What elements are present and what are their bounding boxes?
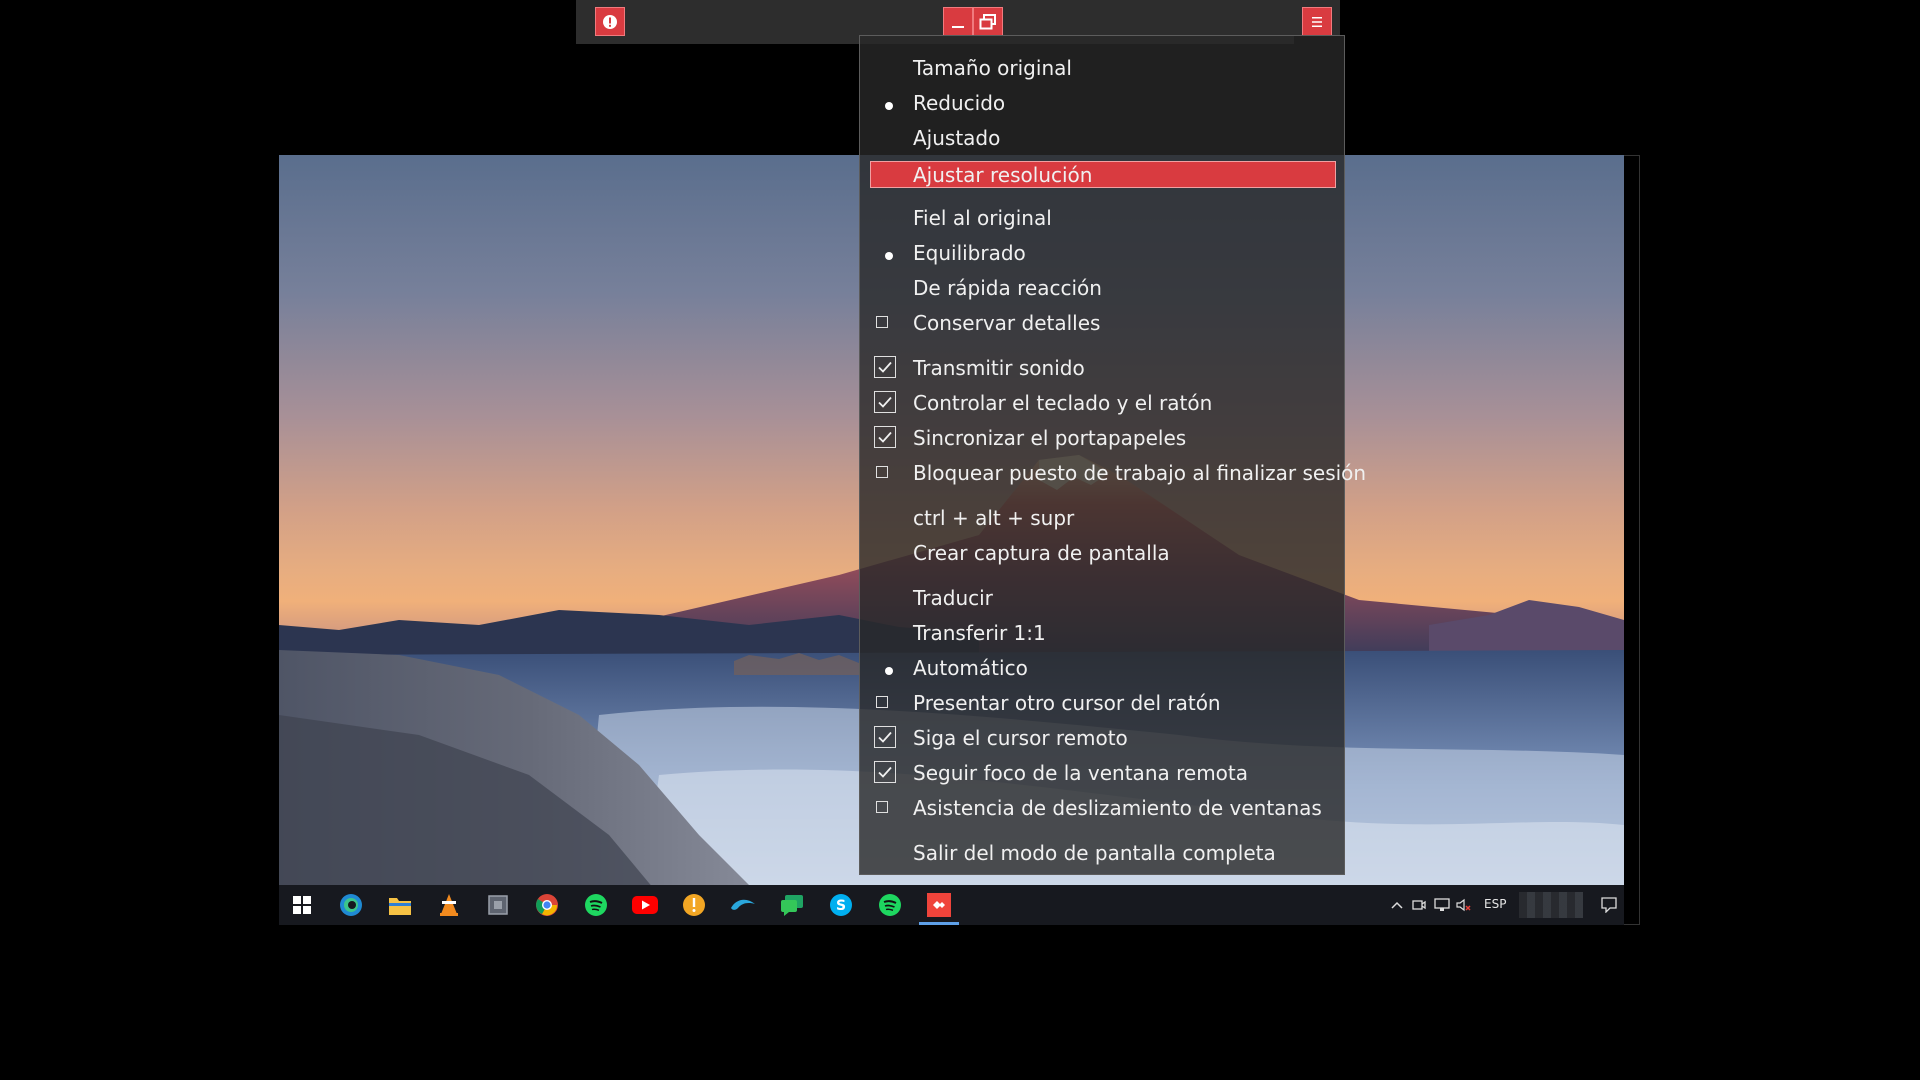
generic-app-icon[interactable]: [484, 891, 512, 919]
checkbox-empty-icon[interactable]: [876, 801, 888, 813]
restore-window-icon[interactable]: [973, 7, 1003, 36]
messages-icon[interactable]: [778, 891, 806, 919]
menu-item-ajustado[interactable]: Ajustado: [860, 122, 1346, 156]
spotify-icon[interactable]: [876, 891, 904, 919]
menu-item-label: Automático: [913, 656, 1028, 680]
active-app-indicator: [919, 922, 959, 925]
menu-item-tamano-original[interactable]: Tamaño original: [860, 52, 1346, 86]
radio-dot-icon: [885, 252, 893, 260]
menu-item-crear-captura-de-pantalla[interactable]: Crear captura de pantalla: [860, 537, 1346, 571]
vlc-icon[interactable]: [435, 891, 463, 919]
menu-item-transmitir-sonido[interactable]: Transmitir sonido: [860, 352, 1346, 386]
exclamation-icon[interactable]: [595, 7, 625, 36]
dolphin-icon[interactable]: [729, 891, 757, 919]
checkbox-checked-icon[interactable]: [874, 761, 896, 783]
menu-item-asistencia-de-deslizamiento-de-ventanas[interactable]: Asistencia de deslizamiento de ventanas: [860, 792, 1346, 826]
spotify-icon[interactable]: [582, 891, 610, 919]
menu-item-traducir[interactable]: Traducir: [860, 582, 1346, 616]
clock-blurred[interactable]: [1519, 892, 1583, 918]
checkbox-checked-icon[interactable]: [874, 426, 896, 448]
hamburger-menu-icon[interactable]: [1302, 7, 1332, 36]
svg-text:S: S: [836, 898, 846, 914]
anydesk-icon[interactable]: [925, 891, 953, 919]
menu-item-label: Transferir 1:1: [913, 621, 1046, 645]
menu-item-fiel-al-original[interactable]: Fiel al original: [860, 202, 1346, 236]
chevron-up-icon[interactable]: [1388, 891, 1406, 919]
chrome-icon[interactable]: [533, 891, 561, 919]
menu-item-label: ctrl + alt + supr: [913, 506, 1075, 530]
notification-icon[interactable]: [1599, 891, 1619, 919]
menu-toolbar: [1294, 0, 1340, 36]
menu-item-ctrl-alt-supr[interactable]: ctrl + alt + supr: [860, 502, 1346, 536]
menu-item-automatico[interactable]: Automático: [860, 652, 1346, 686]
menu-item-seguir-foco-de-la-ventana-remota[interactable]: Seguir foco de la ventana remota: [860, 757, 1346, 791]
menu-item-label: Transmitir sonido: [913, 356, 1085, 380]
menu-item-label: Bloquear puesto de trabajo al finalizar …: [913, 461, 1367, 485]
menu-item-controlar-el-teclado-y-el-raton[interactable]: Controlar el teclado y el ratón: [860, 387, 1346, 421]
checkbox-checked-icon[interactable]: [874, 726, 896, 748]
menu-item-label: Tamaño original: [913, 56, 1072, 80]
file-explorer-icon[interactable]: [386, 891, 414, 919]
edge-icon[interactable]: [337, 891, 365, 919]
menu-item-bloquear-puesto-de-trabajo-al-finalizar-sesion[interactable]: Bloquear puesto de trabajo al finalizar …: [860, 457, 1366, 491]
menu-item-equilibrado[interactable]: Equilibrado: [860, 237, 1346, 271]
language-indicator[interactable]: ESP: [1484, 897, 1506, 911]
menu-item-conservar-detalles[interactable]: Conservar detalles: [860, 307, 1346, 341]
menu-item-label: Ajustado: [913, 126, 1001, 150]
radio-dot-icon: [885, 667, 893, 675]
menu-item-label: Presentar otro cursor del ratón: [913, 691, 1221, 715]
menu-item-label: Salir del modo de pantalla completa: [913, 841, 1276, 865]
youtube-icon[interactable]: [631, 891, 659, 919]
menu-item-transferir-1-1[interactable]: Transferir 1:1: [860, 617, 1346, 651]
checkbox-empty-icon[interactable]: [876, 316, 888, 328]
remote-frame-edge: [1624, 155, 1640, 925]
menu-item-label: Siga el cursor remoto: [913, 726, 1128, 750]
network-icon[interactable]: [1433, 891, 1451, 919]
checkbox-checked-icon[interactable]: [874, 391, 896, 413]
meet-now-icon[interactable]: [1410, 891, 1428, 919]
info-app-icon[interactable]: [680, 891, 708, 919]
menu-item-presentar-otro-cursor-del-raton[interactable]: Presentar otro cursor del ratón: [860, 687, 1346, 721]
volume-muted-icon[interactable]: [1455, 891, 1473, 919]
menu-item-siga-el-cursor-remoto[interactable]: Siga el cursor remoto: [860, 722, 1346, 756]
menu-item-salir-del-modo-de-pantalla-completa[interactable]: Salir del modo de pantalla completa: [860, 837, 1346, 871]
checkbox-empty-icon[interactable]: [876, 466, 888, 478]
menu-item-ajustar-resolucion[interactable]: Ajustar resolución: [870, 161, 1336, 188]
remote-taskbar: S ESP: [279, 885, 1624, 925]
menu-item-label: Seguir foco de la ventana remota: [913, 761, 1249, 785]
radio-dot-icon: [885, 102, 893, 110]
checkbox-empty-icon[interactable]: [876, 696, 888, 708]
menu-item-label: Asistencia de deslizamiento de ventanas: [913, 796, 1322, 820]
minimize-icon[interactable]: [943, 7, 973, 36]
menu-item-label: Conservar detalles: [913, 311, 1101, 335]
menu-item-label: Controlar el teclado y el ratón: [913, 391, 1213, 415]
checkbox-checked-icon[interactable]: [874, 356, 896, 378]
menu-item-label: Equilibrado: [913, 241, 1026, 265]
menu-item-label: Traducir: [913, 586, 993, 610]
remote-options-menu: Tamaño original Reducido Ajustado Ajustar r…: [859, 35, 1366, 875]
menu-item-label: Crear captura de pantalla: [913, 541, 1170, 565]
menu-item-label: Fiel al original: [913, 206, 1052, 230]
menu-item-de-rapida-reaccion[interactable]: De rápida reacción: [860, 272, 1346, 306]
menu-item-label: Sincronizar el portapapeles: [913, 426, 1187, 450]
menu-item-label: Reducido: [913, 91, 1006, 115]
menu-item-label: De rápida reacción: [913, 276, 1102, 300]
windows-start-icon[interactable]: [288, 891, 316, 919]
menu-item-label: Ajustar resolución: [913, 163, 1093, 187]
menu-item-reducido[interactable]: Reducido: [860, 87, 1346, 121]
menu-item-sincronizar-el-portapapeles[interactable]: Sincronizar el portapapeles: [860, 422, 1346, 456]
skype-icon[interactable]: S: [827, 891, 855, 919]
